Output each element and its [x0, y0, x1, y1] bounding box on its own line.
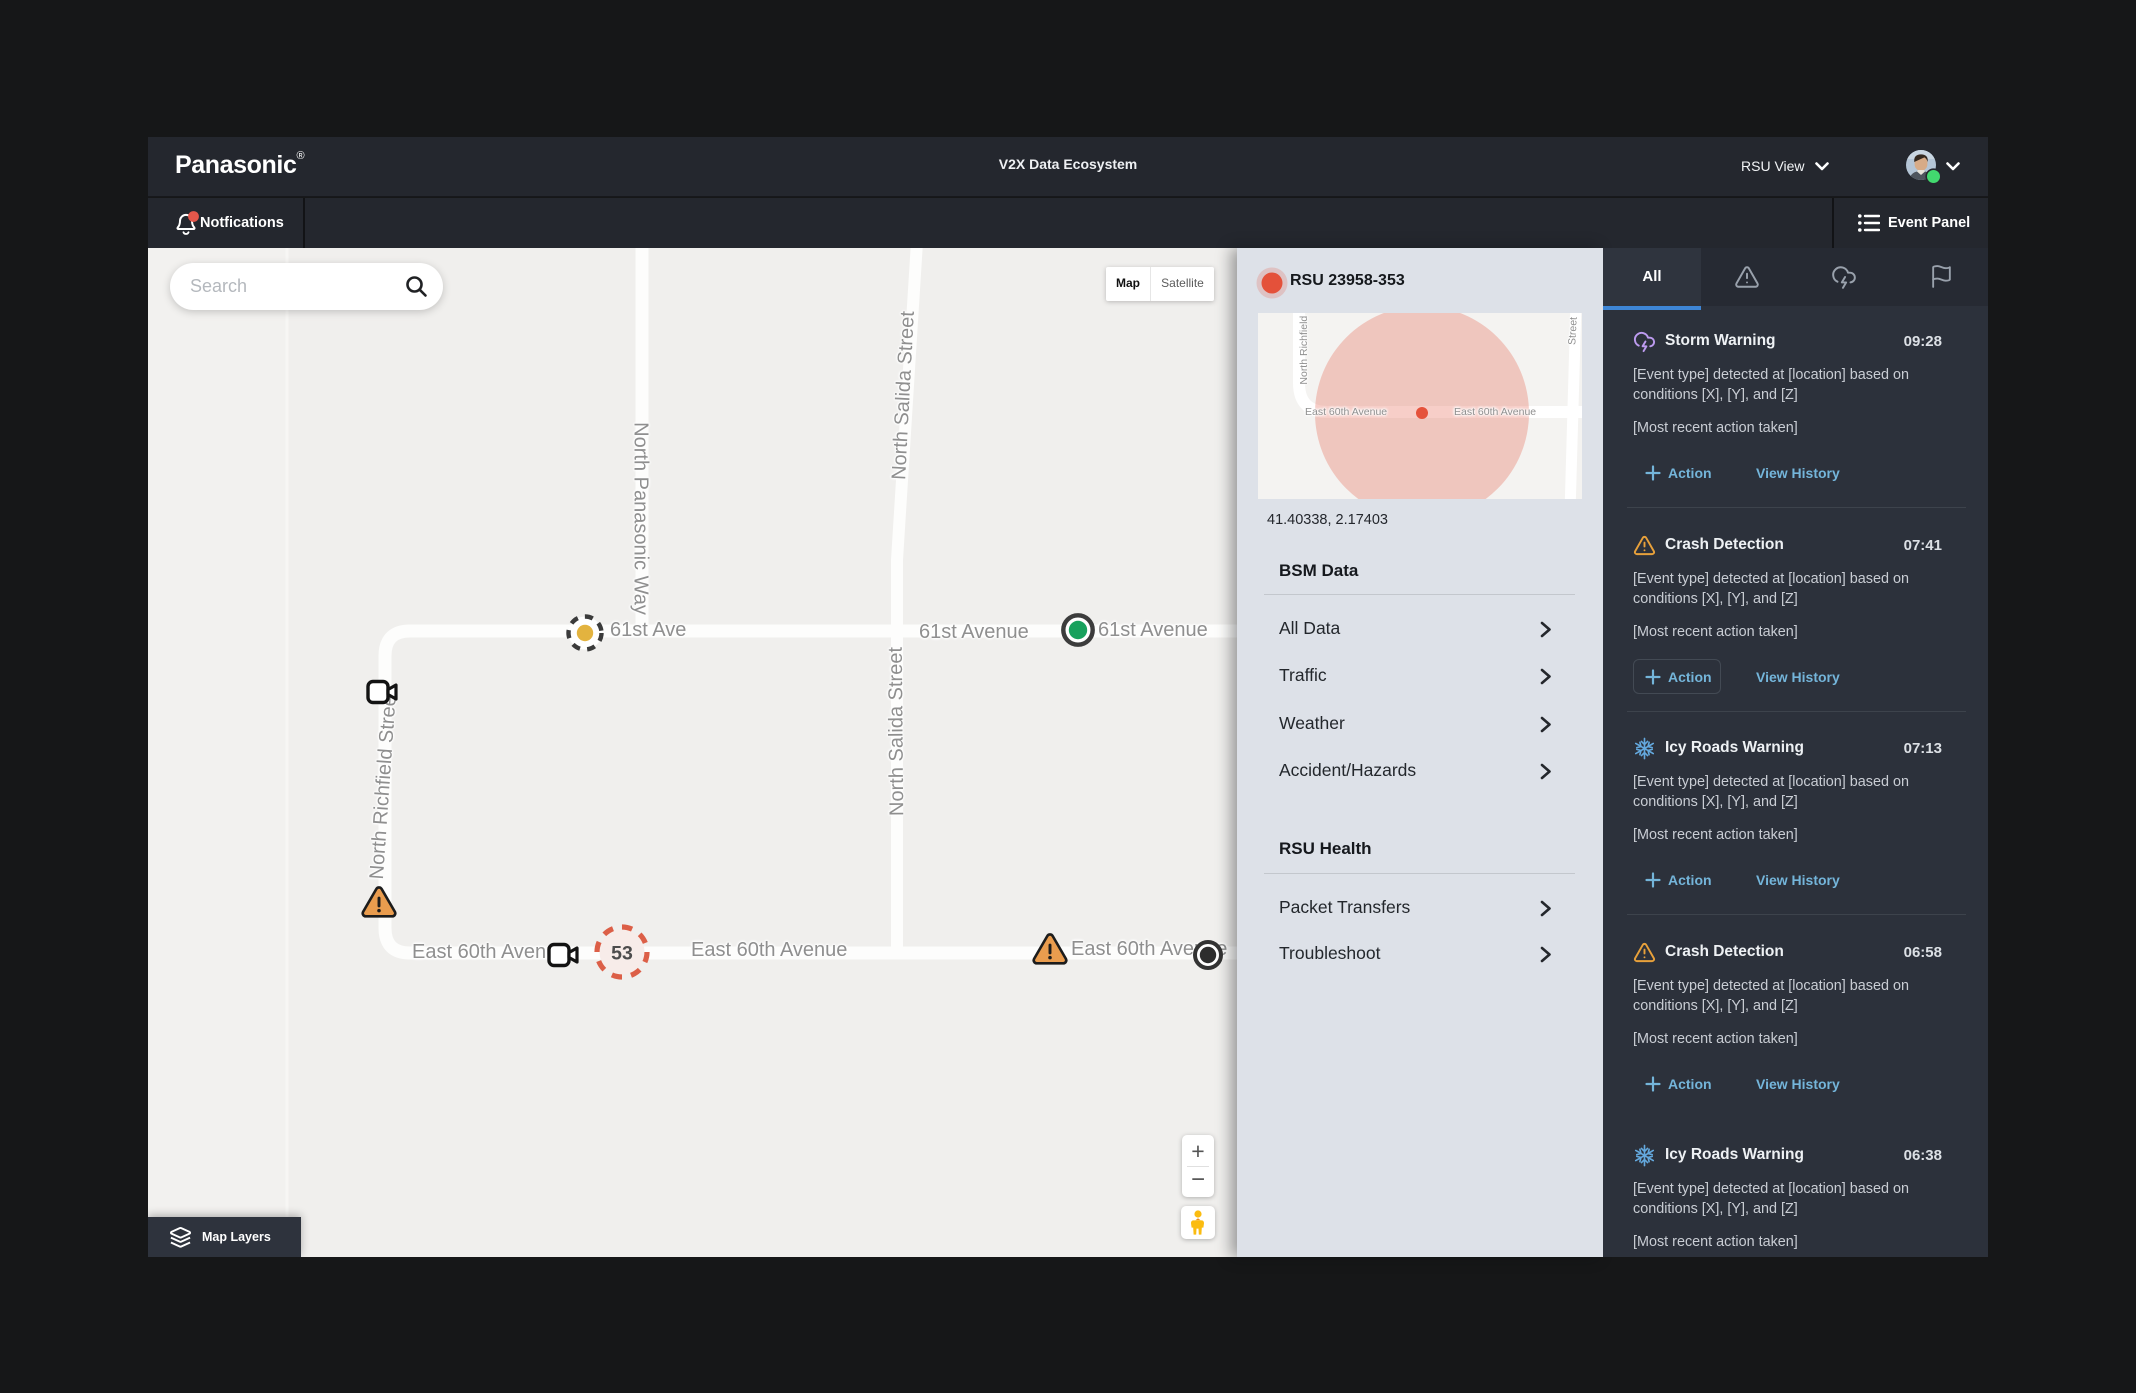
svg-text:53: 53: [611, 943, 633, 965]
